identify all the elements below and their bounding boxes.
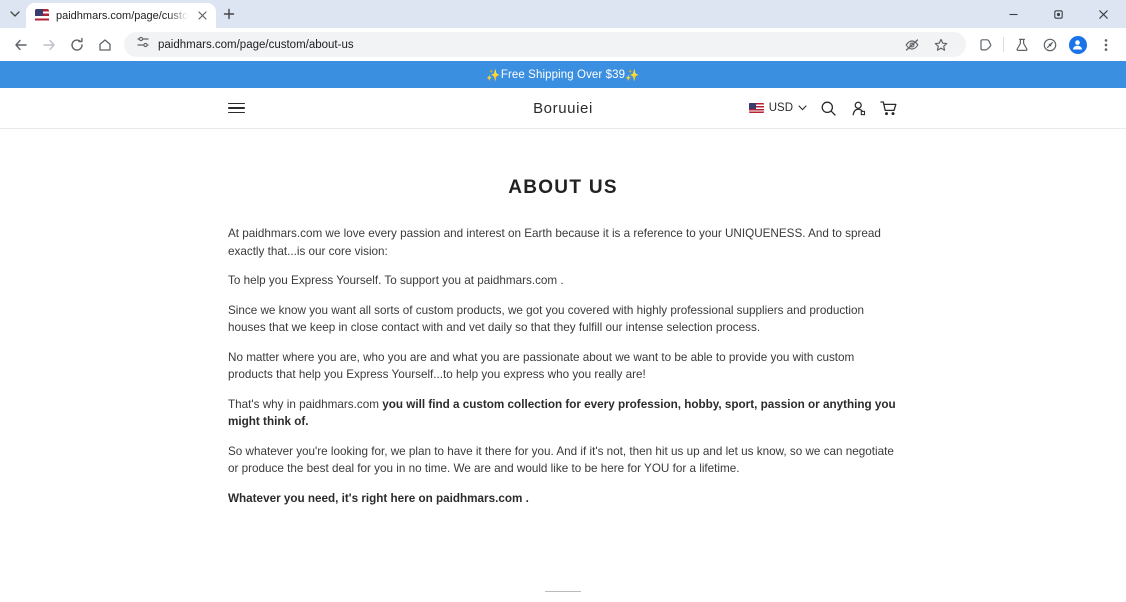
about-paragraph-7: Whatever you need, it's right here on pa… [228, 492, 529, 506]
side-panel-icon[interactable] [972, 31, 999, 58]
star-icon[interactable] [927, 31, 954, 58]
account-icon[interactable] [850, 100, 867, 117]
shield-circle-icon[interactable] [1036, 31, 1063, 58]
hamburger-menu-icon[interactable] [228, 102, 245, 114]
about-paragraph-1: At paidhmars.com we love every passion a… [228, 227, 881, 258]
about-paragraph-5: That's why in paidhmars.com you will fin… [228, 396, 898, 431]
page-viewport: ✨ Free Shipping Over $39 ✨ Boruuiei USD [0, 61, 1126, 602]
chevron-down-icon [798, 102, 807, 114]
about-paragraph-4: No matter where you are, who you are and… [228, 350, 855, 382]
flask-icon[interactable] [1008, 31, 1035, 58]
maximize-button[interactable] [1036, 0, 1081, 28]
browser-tab[interactable]: paidhmars.com/page/custom/ [26, 3, 216, 28]
about-paragraph-2: To help you Express Yourself. To support… [228, 274, 564, 288]
about-paragraph-5-lead: That's why in paidhmars.com [228, 397, 383, 411]
sparkle-right-icon: ✨ [625, 69, 640, 82]
back-arrow-icon[interactable] [7, 31, 34, 58]
home-icon[interactable] [91, 31, 118, 58]
header-actions: USD [748, 100, 898, 117]
address-bar-url: paidhmars.com/page/custom/about-us [158, 38, 354, 51]
section-divider [545, 590, 581, 593]
close-tab-icon[interactable] [195, 8, 210, 23]
address-bar[interactable]: paidhmars.com/page/custom/about-us [124, 32, 966, 57]
new-tab-button[interactable] [216, 1, 242, 27]
profile-avatar[interactable] [1064, 31, 1091, 58]
cart-icon[interactable] [880, 100, 898, 117]
currency-selector[interactable]: USD [748, 102, 807, 114]
sparkle-left-icon: ✨ [486, 69, 501, 82]
site-brand: Boruuiei [533, 99, 593, 117]
window-controls [991, 0, 1126, 28]
reload-icon[interactable] [63, 31, 90, 58]
forward-arrow-icon[interactable] [35, 31, 62, 58]
tab-favicon-icon [35, 8, 49, 23]
about-paragraph-3: Since we know you want all sorts of cust… [228, 303, 865, 335]
browser-window: paidhmars.com/page/custom/ paidhmars.com… [0, 0, 1126, 602]
about-paragraph-6: So whatever you're looking for, we plan … [228, 444, 894, 476]
toolbar-divider [1003, 37, 1004, 52]
tab-search-button[interactable] [4, 3, 26, 25]
eye-slash-icon[interactable] [898, 31, 925, 58]
tab-strip: paidhmars.com/page/custom/ [0, 0, 1126, 28]
announcement-text: Free Shipping Over $39 [500, 68, 626, 81]
us-flag-icon [748, 103, 764, 113]
currency-code: USD [768, 102, 793, 114]
site-header: Boruuiei USD [0, 88, 1126, 129]
close-window-button[interactable] [1081, 0, 1126, 28]
three-dot-menu-icon[interactable] [1092, 31, 1119, 58]
page-title: ABOUT US [508, 177, 618, 198]
tune-icon[interactable] [136, 35, 150, 54]
tab-title: paidhmars.com/page/custom/ [56, 9, 188, 22]
announcement-bar: ✨ Free Shipping Over $39 ✨ [0, 61, 1126, 88]
page-content: ABOUT US At paidhmars.com we love every … [0, 177, 1126, 508]
minimize-button[interactable] [991, 0, 1036, 28]
browser-toolbar: paidhmars.com/page/custom/about-us [0, 28, 1126, 61]
search-icon[interactable] [820, 100, 837, 117]
